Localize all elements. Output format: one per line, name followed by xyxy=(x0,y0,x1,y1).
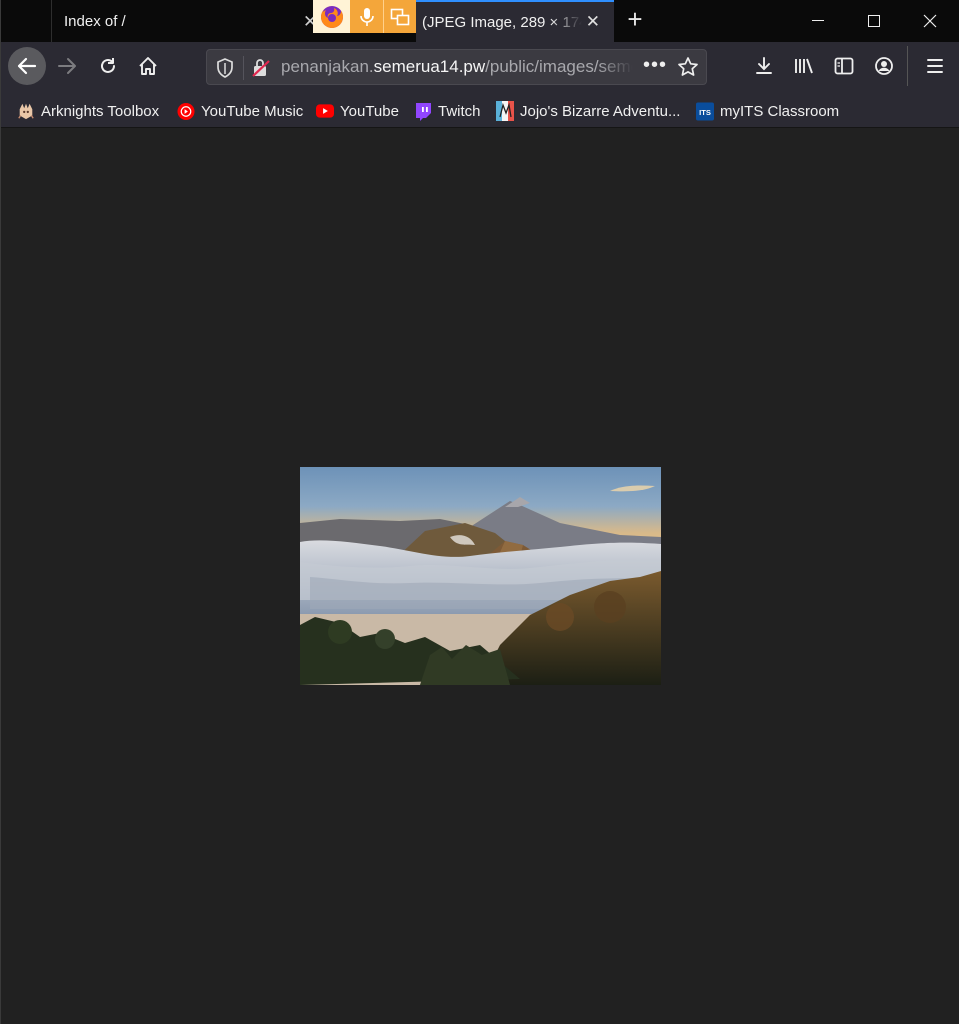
bookmark-label: myITS Classroom xyxy=(720,102,840,120)
svg-text:ITS: ITS xyxy=(699,107,711,116)
url-subdomain: penanjakan. xyxy=(281,57,374,76)
bookmark-twitch[interactable]: Twitch xyxy=(414,101,481,121)
bookmark-youtube-music[interactable]: YouTube Music xyxy=(177,101,303,121)
url-bar[interactable]: penanjakan.semerua14.pw/public/images/se… xyxy=(206,49,707,85)
bookmark-label: Arknights Toolbox xyxy=(41,102,160,120)
tracking-shield-icon[interactable] xyxy=(216,58,234,83)
library-icon[interactable] xyxy=(786,48,822,84)
image-viewer xyxy=(1,128,959,1024)
bookmark-label: Jojo's Bizarre Adventu... xyxy=(520,102,681,120)
browser-window: Index of / ✕ (JPEG Image, 289 × 174 pixe… xyxy=(0,0,959,1024)
twitch-icon xyxy=(414,102,432,121)
microphone-icon[interactable] xyxy=(350,0,383,33)
close-window-icon[interactable] xyxy=(902,0,958,42)
back-button[interactable] xyxy=(8,47,46,85)
bookmark-jojo[interactable]: Jojo's Bizarre Adventu... xyxy=(496,101,680,121)
new-tab-icon[interactable]: + xyxy=(623,6,647,32)
downloads-icon[interactable] xyxy=(746,48,782,84)
bookmarks-toolbar: Arknights Toolbox YouTube Music YouTube … xyxy=(1,92,959,128)
youtube-music-icon xyxy=(177,102,195,120)
account-icon[interactable] xyxy=(866,48,902,84)
bookmark-youtube[interactable]: YouTube xyxy=(316,101,399,121)
arknights-icon xyxy=(17,102,35,120)
forward-button[interactable] xyxy=(49,48,85,84)
tab-jpeg-image[interactable]: (JPEG Image, 289 × 174 pixels) ✕ xyxy=(416,0,614,42)
bookmark-star-icon[interactable] xyxy=(677,56,699,83)
toolbar-separator xyxy=(907,46,908,86)
url-path: /public/images/semeru.jpg xyxy=(485,57,633,76)
bookmark-myits-classroom[interactable]: ITS myITS Classroom xyxy=(696,101,839,121)
myits-icon: ITS xyxy=(696,102,714,120)
home-button[interactable] xyxy=(130,48,166,84)
url-host: semerua14.pw xyxy=(373,57,486,76)
insecure-lock-icon[interactable] xyxy=(251,58,271,83)
bookmark-arknights-toolbox[interactable]: Arknights Toolbox xyxy=(17,101,159,121)
url-divider xyxy=(243,56,244,80)
menu-icon[interactable] xyxy=(917,48,953,84)
bookmark-label: YouTube xyxy=(340,102,399,120)
reload-button[interactable] xyxy=(90,48,126,84)
tab-strip: Index of / ✕ (JPEG Image, 289 × 174 pixe… xyxy=(1,0,959,42)
bookmark-label: YouTube Music xyxy=(201,102,304,120)
jojo-icon xyxy=(496,101,514,121)
url-text[interactable]: penanjakan.semerua14.pw/public/images/se… xyxy=(281,57,633,77)
tab-title: (JPEG Image, 289 × 174 pixels) xyxy=(422,13,582,31)
sharing-indicator[interactable] xyxy=(313,0,416,33)
bookmark-label: Twitch xyxy=(438,102,481,120)
minimize-icon[interactable] xyxy=(790,0,846,42)
page-actions-icon[interactable]: ••• xyxy=(643,54,667,77)
nav-toolbar: penanjakan.semerua14.pw/public/images/se… xyxy=(1,42,959,92)
youtube-icon xyxy=(316,102,334,120)
screen-share-icon[interactable] xyxy=(383,0,416,33)
mountain-photo[interactable] xyxy=(300,467,661,685)
maximize-icon[interactable] xyxy=(846,0,902,42)
tab-title: Index of / xyxy=(64,12,126,30)
firefox-icon xyxy=(313,0,350,33)
sidebar-icon[interactable] xyxy=(826,48,862,84)
close-tab-icon[interactable]: ✕ xyxy=(586,12,600,32)
tab-index-of[interactable]: Index of / xyxy=(51,0,333,42)
